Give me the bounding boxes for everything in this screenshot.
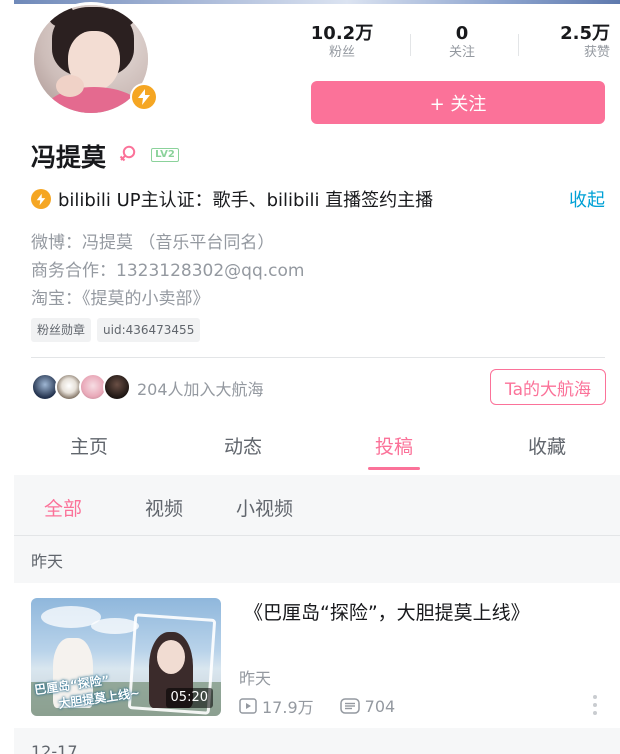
subtab-short-video[interactable]: 小视频 (236, 494, 293, 521)
stat-label: 粉丝 (328, 45, 355, 60)
stat-likes[interactable]: 2.5万 获赞 (544, 23, 610, 61)
stat-value: 0 (455, 23, 469, 44)
play-icon (239, 698, 257, 714)
stat-followers[interactable]: 10.2万 粉丝 (302, 23, 382, 61)
video-card[interactable]: 巴厘岛“探险” 大胆提莫上线~ 05:20 《巴厘岛“探险”，大胆提莫上线》 昨… (14, 583, 620, 728)
fan-medal-tag[interactable]: 粉丝勋章 (31, 318, 92, 342)
view-count: 17.9万 (239, 694, 314, 718)
avatar (103, 373, 131, 401)
female-icon (119, 145, 137, 169)
video-meta: 17.9万 704 (239, 694, 421, 718)
certification-text: bilibili UP主认证：歌手、bilibili 直播签约主播 (58, 190, 434, 211)
collapse-button[interactable]: 收起 (569, 186, 605, 212)
tab-home[interactable]: 主页 (49, 432, 129, 459)
profile-page: 10.2万 粉丝 0 关注 2.5万 获赞 + 关注 冯提莫 LV2 bilib… (14, 0, 620, 754)
tab-dynamics[interactable]: 动态 (203, 432, 283, 459)
stat-divider (518, 34, 519, 56)
guard-avatar-stack[interactable] (31, 373, 151, 401)
video-title[interactable]: 《巴厘岛“探险”，大胆提莫上线》 (244, 600, 604, 626)
username: 冯提莫 (31, 143, 107, 172)
stat-divider (410, 34, 411, 56)
video-thumbnail[interactable]: 巴厘岛“探险” 大胆提莫上线~ 05:20 (31, 598, 221, 716)
subtab-all[interactable]: 全部 (44, 494, 82, 521)
follow-button[interactable]: + 关注 (311, 81, 605, 124)
bio-line: 淘宝：《提莫的小卖部》 (31, 289, 210, 309)
tab-uploads[interactable]: 投稿 (354, 432, 434, 459)
subtab-video[interactable]: 视频 (145, 494, 183, 521)
stat-label: 获赞 (583, 45, 610, 60)
date-group-label: 昨天 (31, 552, 64, 571)
video-duration: 05:20 (165, 688, 213, 708)
stat-following[interactable]: 0 关注 (422, 23, 502, 61)
bio-line: 商务合作：1323128302@qq.com (31, 261, 305, 281)
guard-count-text: 204人加入大航海 (137, 380, 264, 399)
guard-button[interactable]: Ta的大航海 (490, 369, 606, 405)
date-group-label: 12-17 (31, 742, 78, 754)
stat-value: 10.2万 (310, 23, 374, 44)
divider (31, 357, 605, 358)
more-options-icon[interactable] (589, 693, 601, 717)
stat-label: 关注 (448, 45, 475, 60)
certification-row: bilibili UP主认证：歌手、bilibili 直播签约主播 收起 (31, 186, 605, 212)
lightning-icon (31, 189, 51, 209)
video-date: 昨天 (239, 669, 272, 688)
tab-indicator (368, 467, 420, 470)
tab-favorites[interactable]: 收藏 (507, 432, 587, 459)
lightning-icon (130, 83, 158, 111)
level-badge: LV2 (151, 148, 179, 162)
divider (14, 535, 620, 536)
danmaku-count: 704 (339, 697, 395, 716)
bio-line: 微博：冯提莫 （音乐平台同名） (31, 233, 275, 253)
uid-tag: uid:436473455 (97, 318, 201, 342)
tag-list: 粉丝勋章 uid:436473455 (31, 318, 201, 342)
danmaku-icon (339, 698, 360, 714)
stat-value: 2.5万 (560, 23, 610, 44)
